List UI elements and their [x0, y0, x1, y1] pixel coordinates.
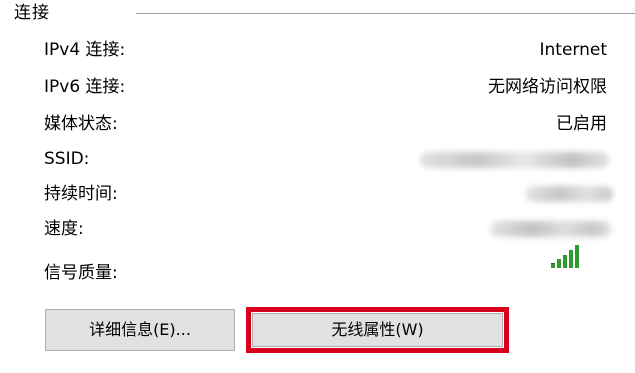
signal-strength-icon [551, 245, 579, 268]
speed-label: 速度: [44, 219, 84, 239]
details-button[interactable]: 详细信息(E)... [45, 309, 235, 351]
wireless-properties-button[interactable]: 无线属性(W) [252, 313, 503, 347]
media-status-label: 媒体状态: [44, 114, 118, 134]
group-separator [136, 13, 635, 14]
duration-label: 持续时间: [44, 184, 118, 204]
media-status-value: 已启用 [556, 114, 607, 134]
duration-value-redacted [525, 186, 613, 202]
connection-group-title: 连接 [14, 3, 50, 23]
ipv6-value: 无网络访问权限 [488, 77, 607, 97]
ssid-label: SSID: [44, 149, 90, 169]
signal-quality-label: 信号质量: [44, 263, 118, 283]
ipv4-value: Internet [539, 40, 607, 60]
ipv6-label: IPv6 连接: [44, 77, 126, 97]
speed-value-redacted [490, 221, 612, 237]
ipv4-label: IPv4 连接: [44, 40, 126, 60]
ssid-value-redacted [420, 152, 610, 168]
